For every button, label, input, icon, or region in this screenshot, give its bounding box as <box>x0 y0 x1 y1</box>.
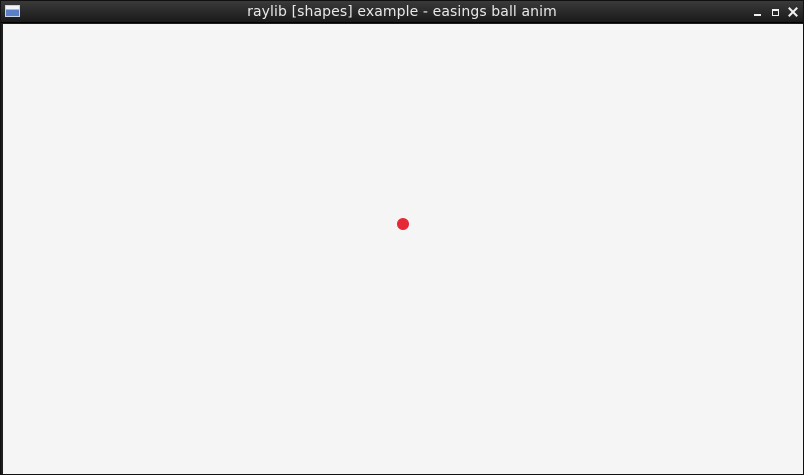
maximize-icon <box>771 8 779 16</box>
close-icon <box>788 7 798 17</box>
app-window: raylib [shapes] example - easings ball a… <box>0 0 804 475</box>
minimize-icon <box>753 14 761 16</box>
render-canvas[interactable] <box>3 24 803 474</box>
window-controls <box>751 4 799 20</box>
window-title: raylib [shapes] example - easings ball a… <box>247 4 557 20</box>
animated-ball <box>397 218 409 230</box>
close-button[interactable] <box>787 6 799 18</box>
minimize-button[interactable] <box>751 6 763 18</box>
title-bar[interactable]: raylib [shapes] example - easings ball a… <box>1 1 803 23</box>
maximize-button[interactable] <box>769 6 781 18</box>
